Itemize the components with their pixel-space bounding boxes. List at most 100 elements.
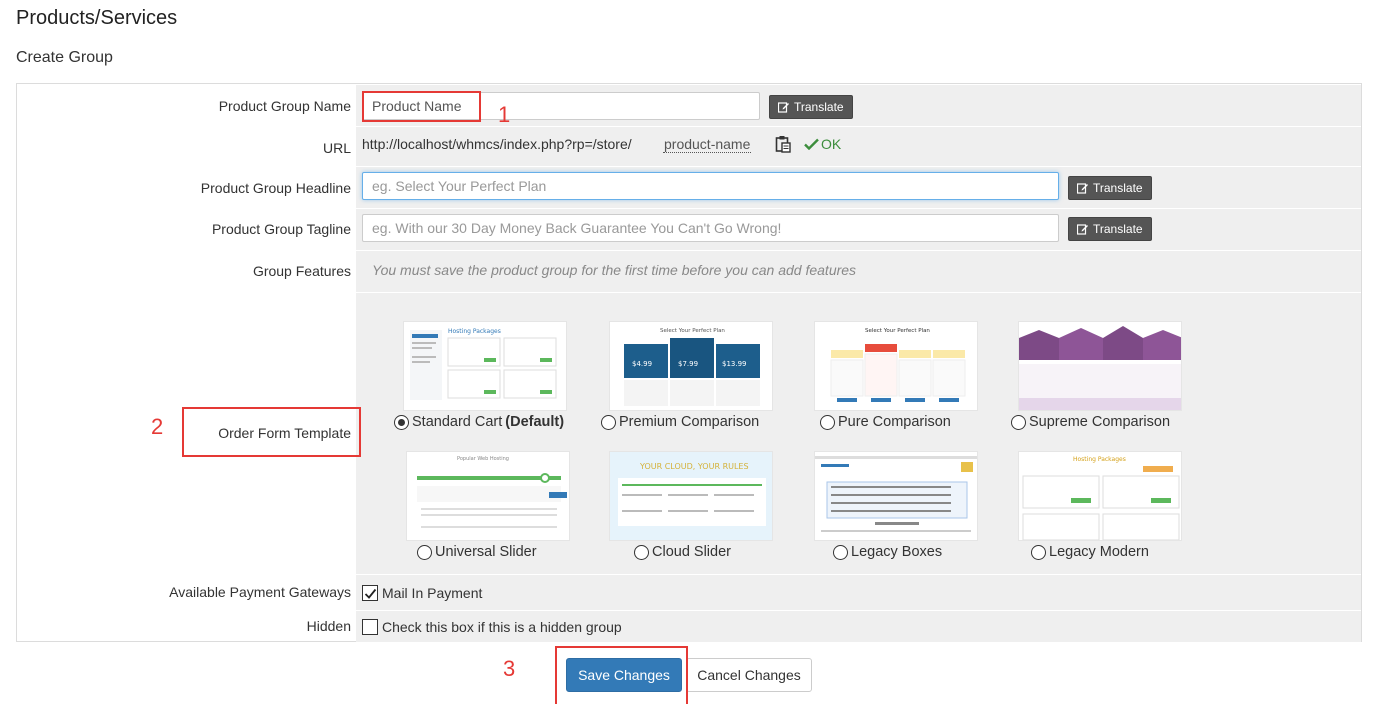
- template-name: Premium Comparison: [619, 414, 760, 430]
- svg-text:Hosting Packages: Hosting Packages: [448, 328, 501, 335]
- translate-tagline-button[interactable]: Translate: [1068, 217, 1152, 241]
- template-radio[interactable]: [601, 414, 616, 430]
- hidden-checkbox[interactable]: [362, 619, 378, 635]
- row-payment-gateways: Available Payment Gateways Mail In Payme…: [17, 574, 1361, 610]
- features-field-cell: You must save the product group for the …: [356, 250, 1361, 292]
- template-thumbnail[interactable]: Select Your Perfect Plan: [814, 321, 978, 411]
- url-status: OK: [804, 136, 841, 152]
- url-status-text: OK: [821, 136, 842, 152]
- template-name: Standard Cart: [412, 414, 503, 430]
- template-radio[interactable]: [417, 544, 432, 560]
- pure-comparison-preview: Select Your Perfect Plan: [830, 328, 966, 402]
- gateways-field-cell: Mail In Payment: [356, 574, 1361, 610]
- url-label: URL: [322, 140, 351, 156]
- template-name: Cloud Slider: [652, 544, 731, 560]
- row-features: Group Features You must save the product…: [17, 250, 1361, 292]
- edit-icon: [1077, 224, 1088, 235]
- translate-label: Translate: [794, 100, 844, 114]
- svg-text:Hosting Packages: Hosting Packages: [1073, 456, 1126, 463]
- template-radio-label[interactable]: Premium Comparison: [601, 414, 759, 430]
- legacy-modern-preview: Hosting Packages: [1022, 456, 1180, 540]
- features-note: You must save the product group for the …: [372, 262, 857, 278]
- template-thumbnail[interactable]: Popular Web Hosting: [406, 451, 570, 541]
- template-radio-label[interactable]: Pure Comparison: [820, 414, 951, 430]
- svg-text:$7.99: $7.99: [678, 360, 698, 368]
- create-group-form: Product Group Name Translate URL http://…: [16, 83, 1362, 642]
- template-name: Legacy Modern: [1049, 544, 1149, 560]
- gateway-option[interactable]: Mail In Payment: [362, 585, 482, 601]
- step-number-3: 3: [503, 656, 516, 681]
- cancel-changes-button[interactable]: Cancel Changes: [686, 658, 812, 692]
- template-radio-label[interactable]: Cloud Slider: [634, 544, 731, 560]
- row-hidden: Hidden Check this box if this is a hidde…: [17, 610, 1361, 642]
- translate-name-button[interactable]: Translate: [769, 95, 853, 119]
- row-group-name: Product Group Name Translate: [17, 84, 1361, 126]
- translate-label: Translate: [1093, 181, 1143, 195]
- template-radio[interactable]: [833, 544, 848, 560]
- gateway-checkbox[interactable]: [362, 585, 378, 601]
- svg-text:YOUR CLOUD, YOUR RULES: YOUR CLOUD, YOUR RULES: [639, 462, 749, 471]
- hidden-option[interactable]: Check this box if this is a hidden group: [362, 619, 622, 635]
- hidden-label: Hidden: [306, 618, 351, 634]
- svg-text:Select Your Perfect Plan: Select Your Perfect Plan: [865, 328, 930, 334]
- tagline-input[interactable]: [362, 214, 1059, 242]
- checkmark-icon: [364, 588, 377, 599]
- gateways-label: Available Payment Gateways: [169, 584, 351, 600]
- template-thumbnail[interactable]: YOUR CLOUD, YOUR RULES: [609, 451, 773, 541]
- template-name: Universal Slider: [435, 544, 537, 560]
- template-radio[interactable]: [1031, 544, 1046, 560]
- row-tagline: Product Group Tagline Translate: [17, 208, 1361, 250]
- row-url: URL http://localhost/whmcs/index.php?rp=…: [17, 126, 1361, 166]
- template-thumbnail[interactable]: Hosting Packages: [1018, 451, 1182, 541]
- template-name: Legacy Boxes: [851, 544, 943, 560]
- template-default-tag: (Default): [505, 414, 565, 430]
- svg-text:$13.99: $13.99: [722, 360, 747, 368]
- template-radio[interactable]: [820, 414, 835, 430]
- template-name: Pure Comparison: [838, 414, 951, 430]
- translate-label: Translate: [1093, 222, 1143, 236]
- tagline-field-cell: Translate: [356, 208, 1361, 250]
- url-field-cell: http://localhost/whmcs/index.php?rp=/sto…: [356, 126, 1361, 166]
- template-thumbnail[interactable]: [1018, 321, 1182, 411]
- highlight-box-order-template: [182, 407, 361, 457]
- template-radio-label[interactable]: Supreme Comparison: [1011, 414, 1170, 430]
- template-radio-label[interactable]: Universal Slider: [417, 544, 537, 560]
- headline-label: Product Group Headline: [200, 180, 351, 196]
- legacy-boxes-preview: [815, 456, 977, 532]
- svg-text:Popular Web Hosting: Popular Web Hosting: [457, 456, 509, 462]
- edit-icon: [778, 102, 789, 113]
- check-icon: [804, 138, 819, 150]
- headline-field-cell: Translate: [356, 166, 1361, 208]
- template-radio[interactable]: [394, 414, 409, 430]
- supreme-comparison-preview: [1019, 326, 1181, 410]
- headline-input[interactable]: [362, 172, 1059, 200]
- order-template-field-cell: Hosting Packages Standard Cart (Default): [356, 292, 1361, 574]
- template-thumbnail[interactable]: Select Your Perfect Plan $4.99 $7.99 $13…: [609, 321, 773, 411]
- universal-slider-preview: Popular Web Hosting: [417, 456, 567, 528]
- group-name-label: Product Group Name: [218, 98, 351, 114]
- row-headline: Product Group Headline Translate: [17, 166, 1361, 208]
- template-name: Supreme Comparison: [1029, 414, 1171, 430]
- template-radio-label[interactable]: Legacy Boxes: [833, 544, 942, 560]
- step-number-2: 2: [151, 414, 164, 439]
- url-slug[interactable]: product-name: [663, 136, 752, 153]
- template-radio-label[interactable]: Standard Cart (Default): [394, 414, 564, 430]
- template-thumbnail[interactable]: Hosting Packages: [403, 321, 567, 411]
- page-title: Products/Services: [16, 7, 178, 29]
- template-radio[interactable]: [634, 544, 649, 560]
- url-base: http://localhost/whmcs/index.php?rp=/sto…: [362, 136, 632, 152]
- template-thumbnail[interactable]: [814, 451, 978, 541]
- highlight-box-group-name: [362, 91, 481, 122]
- standard-cart-preview: Hosting Packages: [410, 328, 557, 400]
- translate-headline-button[interactable]: Translate: [1068, 176, 1152, 200]
- template-radio-label[interactable]: Legacy Modern: [1031, 544, 1149, 560]
- hidden-text: Check this box if this is a hidden group: [382, 619, 622, 635]
- hidden-field-cell: Check this box if this is a hidden group: [356, 610, 1361, 642]
- clipboard-icon[interactable]: [775, 135, 791, 153]
- highlight-box-save: [555, 646, 688, 704]
- svg-text:$4.99: $4.99: [632, 360, 652, 368]
- edit-icon: [1077, 183, 1088, 194]
- tagline-label: Product Group Tagline: [211, 221, 351, 237]
- template-radio[interactable]: [1011, 414, 1026, 430]
- cloud-slider-preview: YOUR CLOUD, YOUR RULES: [610, 452, 772, 540]
